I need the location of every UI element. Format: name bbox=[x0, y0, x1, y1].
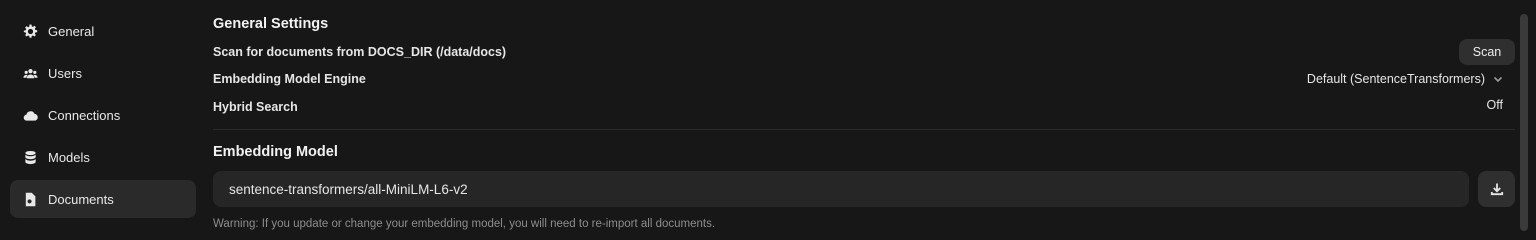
database-icon bbox=[22, 149, 38, 165]
sidebar-item-connections[interactable]: Connections bbox=[10, 96, 196, 134]
download-icon bbox=[1490, 182, 1504, 196]
cloud-icon bbox=[22, 107, 38, 123]
sidebar-item-models[interactable]: Models bbox=[10, 138, 196, 176]
embedding-engine-value: Default (SentenceTransformers) bbox=[1306, 72, 1485, 86]
settings-window: General Users Connections Models Documen… bbox=[0, 0, 1536, 231]
embedding-engine-select[interactable]: Default (SentenceTransformers) bbox=[1307, 70, 1503, 88]
document-icon bbox=[22, 191, 38, 207]
settings-sidebar: General Users Connections Models Documen… bbox=[10, 12, 196, 222]
sidebar-item-label: Documents bbox=[48, 191, 114, 207]
sidebar-item-general[interactable]: General bbox=[10, 12, 196, 50]
scan-docs-label: Scan for documents from DOCS_DIR (/data/… bbox=[213, 45, 507, 59]
download-model-button[interactable] bbox=[1478, 171, 1515, 207]
chevron-down-icon bbox=[1493, 74, 1503, 84]
embedding-model-input[interactable] bbox=[213, 171, 1469, 207]
section-divider bbox=[213, 129, 1515, 130]
hybrid-search-toggle[interactable]: Off bbox=[1487, 98, 1503, 112]
sidebar-item-label: General bbox=[48, 23, 95, 39]
embedding-engine-label: Embedding Model Engine bbox=[213, 72, 366, 86]
sidebar-item-label: Connections bbox=[48, 107, 121, 123]
scan-button[interactable]: Scan bbox=[1459, 39, 1515, 65]
sidebar-item-label: Models bbox=[48, 149, 90, 165]
documents-settings-panel: General Settings Scan for documents from… bbox=[213, 0, 1515, 231]
gear-icon bbox=[22, 23, 38, 39]
sidebar-item-documents[interactable]: Documents bbox=[10, 180, 196, 218]
embedding-model-warning: Warning: If you update or change your em… bbox=[213, 218, 716, 230]
scrollbar[interactable] bbox=[1520, 14, 1528, 231]
sidebar-item-users[interactable]: Users bbox=[10, 54, 196, 92]
general-settings-title: General Settings bbox=[213, 16, 329, 32]
hybrid-search-label: Hybrid Search bbox=[213, 100, 298, 114]
embedding-model-title: Embedding Model bbox=[213, 144, 338, 160]
sidebar-item-label: Users bbox=[48, 65, 82, 81]
users-icon bbox=[22, 65, 38, 81]
